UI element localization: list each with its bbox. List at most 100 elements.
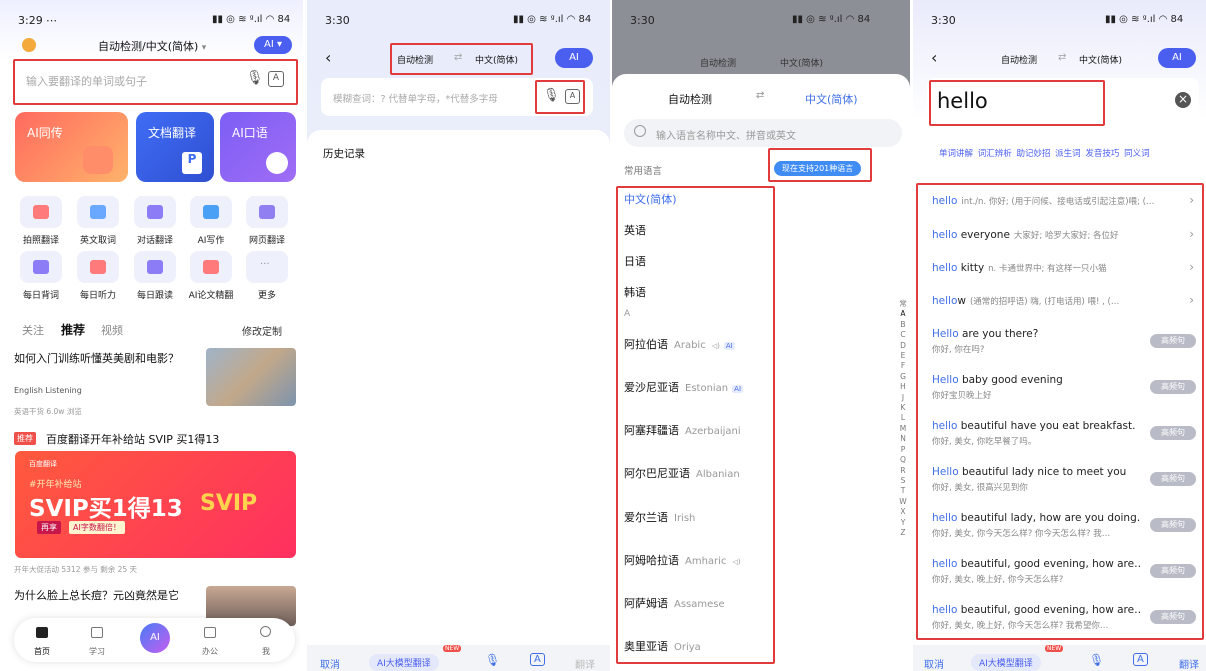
tool-web-translate[interactable]: 网页翻译: [237, 233, 297, 246]
sheet-target-lang[interactable]: 中文(简体): [805, 91, 858, 107]
more-icon[interactable]: ···: [246, 251, 288, 283]
alphabet-letter[interactable]: A: [898, 309, 908, 319]
chip[interactable]: 单词讲解: [939, 149, 973, 159]
alphabet-letter[interactable]: Y: [898, 518, 908, 528]
clear-icon[interactable]: ×: [1175, 92, 1191, 108]
alphabet-letter[interactable]: F: [898, 361, 908, 371]
query-input[interactable]: 模糊查词：? 代替单字母，*代替多字母: [333, 91, 498, 105]
article2-title[interactable]: 为什么脸上总长痘？元凶竟然是它: [14, 587, 204, 603]
lang-item[interactable]: 阿姆哈拉语 Amharic ◁): [624, 552, 741, 568]
alphabet-letter[interactable]: G: [898, 372, 908, 382]
card-ai-interpretation[interactable]: AI同传: [15, 112, 128, 182]
chip[interactable]: 派生词: [1055, 149, 1081, 159]
lang-item[interactable]: 阿塞拜疆语 Azerbaijani: [624, 422, 741, 438]
lang-item[interactable]: 爱尔兰语 Irish: [624, 509, 695, 525]
alphabet-index[interactable]: 常ABCDEFGHJKLMNPQRSTWXYZ: [898, 299, 908, 538]
daily-read-icon[interactable]: [134, 251, 176, 283]
tool-paper-translate[interactable]: AI论文精翻: [181, 288, 241, 301]
tool-ai-write[interactable]: AI写作: [181, 233, 241, 246]
paper-translate-icon[interactable]: [190, 251, 232, 283]
home-icon[interactable]: [36, 627, 48, 638]
avatar[interactable]: [22, 38, 36, 52]
alphabet-letter[interactable]: B: [898, 320, 908, 330]
tool-more[interactable]: 更多: [237, 288, 297, 301]
daily-words-icon[interactable]: [20, 251, 62, 283]
card-doc-translate[interactable]: 文档翻译 P: [136, 112, 214, 182]
alphabet-letter[interactable]: Z: [898, 528, 908, 538]
word-pick-icon[interactable]: [77, 196, 119, 228]
office-icon[interactable]: [204, 627, 216, 638]
lang-item[interactable]: 奥里亚语 Oriya: [624, 638, 701, 654]
alphabet-letter[interactable]: S: [898, 476, 908, 486]
ai-mode-pill[interactable]: AI ▾: [254, 36, 292, 54]
web-translate-icon[interactable]: [246, 196, 288, 228]
tool-word-pick[interactable]: 英文取词: [68, 233, 128, 246]
alphabet-letter[interactable]: L: [898, 413, 908, 423]
voice-icon[interactable]: 🎙: [485, 653, 500, 667]
alphabet-letter[interactable]: W: [898, 497, 908, 507]
chip[interactable]: 发音技巧: [1085, 149, 1119, 159]
tab-recommend[interactable]: 推荐: [61, 321, 85, 338]
translate-button[interactable]: 翻译: [1179, 656, 1199, 671]
promo-banner[interactable]: 百度翻译 #开年补给站 SVIP买1得13 再享 AI字数翻倍！ SVIP: [15, 451, 296, 558]
nav-office[interactable]: 办公: [190, 646, 230, 657]
language-selector[interactable]: 自动检测/中文(简体) ▾: [98, 38, 206, 54]
tool-daily-read[interactable]: 每日跟读: [125, 288, 185, 301]
voice-icon[interactable]: 🎙: [1089, 653, 1104, 667]
alphabet-letter[interactable]: J: [898, 393, 908, 403]
swap-icon[interactable]: ⇄: [756, 90, 764, 101]
alphabet-letter[interactable]: 常: [898, 299, 908, 309]
ai-mode-pill[interactable]: AI: [1158, 48, 1196, 68]
lang-item[interactable]: 阿萨姆语 Assamese: [624, 595, 725, 611]
dialog-translate-icon[interactable]: [134, 196, 176, 228]
nav-study[interactable]: 学习: [77, 646, 117, 657]
swap-icon[interactable]: ⇄: [1058, 52, 1066, 63]
nav-me[interactable]: 我: [246, 646, 286, 657]
alphabet-letter[interactable]: M: [898, 424, 908, 434]
lang-item[interactable]: 阿拉伯语 Arabic ◁) AI: [624, 336, 735, 352]
tab-video[interactable]: 视频: [101, 322, 123, 338]
sheet-source-lang[interactable]: 自动检测: [668, 91, 712, 107]
daily-listening-icon[interactable]: [77, 251, 119, 283]
ai-model-translate-button[interactable]: AI大模型翻译: [971, 654, 1041, 671]
language-search-input[interactable]: 输入语言名称中文、拼音或英文: [656, 127, 796, 142]
edit-custom-link[interactable]: 修改定制: [242, 323, 282, 338]
ai-center-button[interactable]: AI: [140, 623, 170, 653]
promo-title[interactable]: 百度翻译开年补给站 SVIP 买1得13: [46, 431, 219, 447]
source-lang-selector[interactable]: 自动检测: [1001, 53, 1037, 66]
translate-button[interactable]: 翻译: [575, 656, 595, 671]
article-thumbnail[interactable]: [206, 348, 296, 406]
tool-daily-listening[interactable]: 每日听力: [68, 288, 128, 301]
tool-daily-words[interactable]: 每日背词: [11, 288, 71, 301]
photo-icon[interactable]: A: [1133, 653, 1148, 666]
lang-item[interactable]: 英语: [624, 222, 646, 238]
alphabet-letter[interactable]: X: [898, 507, 908, 517]
alphabet-letter[interactable]: N: [898, 434, 908, 444]
alphabet-letter[interactable]: C: [898, 330, 908, 340]
alphabet-letter[interactable]: H: [898, 382, 908, 392]
tool-dialog-translate[interactable]: 对话翻译: [125, 233, 185, 246]
back-arrow-icon[interactable]: ‹: [931, 48, 937, 67]
lang-item[interactable]: 爱沙尼亚语 Estonian AI: [624, 379, 744, 395]
card-ai-speaking[interactable]: AI口语: [220, 112, 296, 182]
cancel-button[interactable]: 取消: [924, 656, 944, 671]
alphabet-letter[interactable]: D: [898, 341, 908, 351]
language-search[interactable]: 输入语言名称中文、拼音或英文: [624, 119, 902, 147]
alphabet-letter[interactable]: Q: [898, 455, 908, 465]
article-title[interactable]: 如何入门训练听懂英美剧和电影？: [14, 350, 204, 366]
alphabet-letter[interactable]: K: [898, 403, 908, 413]
study-icon[interactable]: [91, 627, 103, 638]
nav-home[interactable]: 首页: [22, 646, 62, 657]
ai-model-translate-button[interactable]: AI大模型翻译: [369, 654, 439, 671]
alphabet-letter[interactable]: E: [898, 351, 908, 361]
cancel-button[interactable]: 取消: [320, 656, 340, 671]
alphabet-letter[interactable]: R: [898, 466, 908, 476]
ai-mode-pill[interactable]: AI: [555, 48, 593, 68]
lang-item[interactable]: 日语: [624, 253, 646, 269]
ai-write-icon[interactable]: [190, 196, 232, 228]
photo-icon[interactable]: A: [530, 653, 545, 666]
chip[interactable]: 词汇辨析: [978, 149, 1012, 159]
chip[interactable]: 同义词: [1124, 149, 1150, 159]
lang-item[interactable]: 中文(简体): [624, 191, 677, 207]
lang-item[interactable]: 韩语: [624, 284, 646, 300]
